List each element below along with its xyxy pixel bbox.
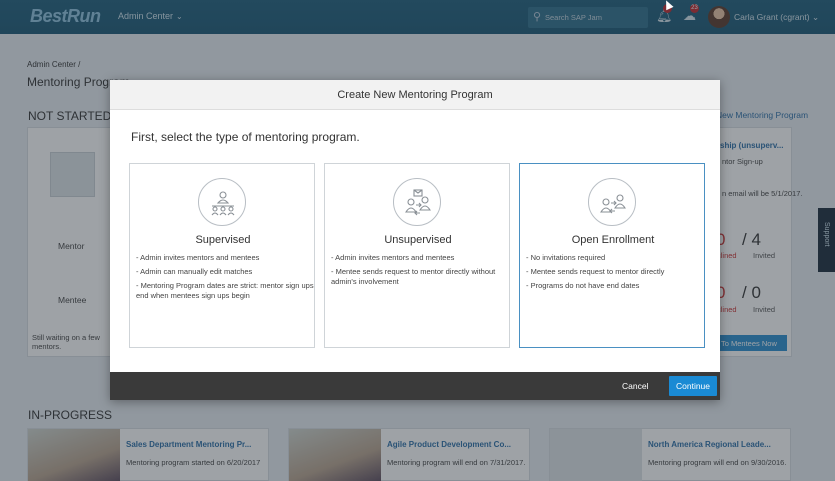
create-program-dialog: Create New Mentoring Program First, sele… — [110, 80, 720, 400]
option-title: Open Enrollment — [571, 234, 655, 246]
option-bullet: - Mentee sends request to mentor directl… — [331, 267, 496, 286]
option-bullets: - Admin invites mentors and mentees - Me… — [331, 253, 509, 291]
option-open-enrollment[interactable]: Open Enrollment - No invitations require… — [519, 163, 705, 348]
mentor-request-icon — [393, 178, 441, 226]
cancel-button[interactable]: Cancel — [622, 381, 648, 391]
option-bullet: - Programs do not have end dates — [526, 281, 640, 290]
option-bullet: - Admin can manually edit matches — [136, 267, 253, 276]
option-bullets: - Admin invites mentors and mentees - Ad… — [136, 253, 314, 305]
dialog-prompt: First, select the type of mentoring prog… — [131, 130, 360, 144]
option-bullet: - No invitations required — [526, 253, 606, 262]
option-bullet: - Admin invites mentors and mentees — [136, 253, 260, 262]
option-supervised[interactable]: Supervised - Admin invites mentors and m… — [129, 163, 315, 348]
option-bullet: - Mentee sends request to mentor directl… — [526, 267, 665, 276]
open-enrollment-icon — [588, 178, 636, 226]
option-bullet: - Mentoring Program dates are strict: me… — [136, 281, 314, 300]
option-unsupervised[interactable]: Unsupervised - Admin invites mentors and… — [324, 163, 510, 348]
option-title: Supervised — [195, 234, 251, 246]
dialog-title: Create New Mentoring Program — [110, 80, 720, 110]
option-title: Unsupervised — [384, 234, 452, 246]
continue-button[interactable]: Continue — [669, 376, 717, 396]
option-bullet: - Admin invites mentors and mentees — [331, 253, 455, 262]
mentor-group-icon — [198, 178, 246, 226]
dialog-footer: Cancel Continue — [110, 372, 720, 400]
option-bullets: - No invitations required - Mentee sends… — [526, 253, 704, 295]
